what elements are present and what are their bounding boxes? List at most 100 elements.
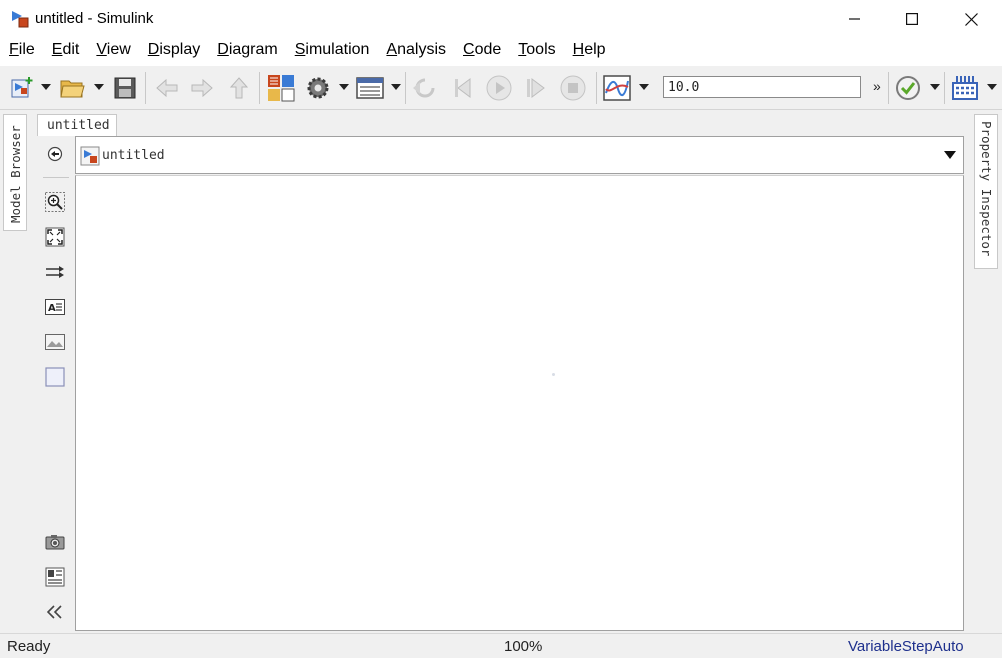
- snapshot-button[interactable]: [44, 531, 66, 553]
- hide-show-browser-button[interactable]: [44, 143, 66, 165]
- area-icon: [45, 367, 65, 387]
- play-icon: [486, 75, 512, 101]
- model-settings-dropdown[interactable]: [339, 84, 349, 90]
- toolbar-separator: [944, 72, 945, 104]
- save-button[interactable]: [111, 74, 139, 102]
- simulink-icon: [12, 11, 29, 28]
- area-button[interactable]: [44, 366, 66, 388]
- run-button[interactable]: [485, 74, 513, 102]
- close-button[interactable]: [948, 0, 994, 38]
- fit-to-view-button[interactable]: [44, 226, 66, 248]
- property-inspector-tab[interactable]: Property Inspector: [974, 114, 998, 269]
- breadcrumb-dropdown[interactable]: [944, 151, 956, 159]
- library-browser-icon: [268, 75, 295, 102]
- build-model-icon: [952, 76, 978, 100]
- menu-display[interactable]: Display: [139, 38, 208, 64]
- menu-analysis[interactable]: Analysis: [377, 38, 454, 64]
- menu-simulation[interactable]: Simulation: [286, 38, 378, 64]
- menu-help[interactable]: Help: [564, 38, 614, 64]
- gear-icon: [307, 77, 329, 99]
- open-button[interactable]: [59, 74, 87, 102]
- toolbar-separator: [888, 72, 889, 104]
- model-explorer-icon: [356, 77, 384, 99]
- annotation-icon: A: [45, 299, 65, 315]
- property-inspector-label: Property Inspector: [979, 121, 994, 257]
- new-model-dropdown[interactable]: [41, 84, 51, 90]
- build-model-dropdown[interactable]: [987, 84, 997, 90]
- forward-button[interactable]: [188, 74, 216, 102]
- double-chevron-left-icon: [47, 605, 62, 619]
- canvas-origin-marker: [552, 373, 555, 376]
- arrow-left-icon: [156, 78, 178, 98]
- data-inspector-dropdown[interactable]: [639, 84, 649, 90]
- maximize-button[interactable]: [889, 0, 935, 38]
- folder-icon: [60, 80, 85, 98]
- minimize-button[interactable]: [832, 0, 878, 38]
- maximize-icon: [906, 13, 918, 25]
- open-dropdown[interactable]: [94, 84, 104, 90]
- svg-text:A: A: [48, 303, 56, 314]
- stop-icon: [560, 75, 586, 101]
- annotation-button[interactable]: A: [44, 296, 66, 318]
- model-data-icon: [45, 567, 65, 587]
- close-icon: [964, 12, 978, 26]
- more-toolbar-button[interactable]: »: [873, 78, 881, 94]
- menu-edit[interactable]: Edit: [43, 38, 88, 64]
- model-explorer-dropdown[interactable]: [391, 84, 401, 90]
- step-back-settings-icon: [413, 78, 435, 98]
- model-canvas[interactable]: [75, 175, 964, 631]
- step-back-config-button[interactable]: [410, 74, 442, 102]
- zoom-button[interactable]: [44, 191, 66, 213]
- simulation-data-inspector-button[interactable]: [602, 74, 632, 102]
- toolbar-separator: [259, 72, 260, 104]
- step-back-button[interactable]: [450, 74, 478, 102]
- document-tab-untitled[interactable]: untitled: [37, 114, 117, 136]
- image-icon: [45, 334, 65, 350]
- camera-icon: [45, 535, 65, 550]
- menu-diagram[interactable]: Diagram: [208, 38, 285, 64]
- menu-view[interactable]: View: [87, 38, 138, 64]
- up-button[interactable]: [225, 74, 253, 102]
- step-forward-icon: [527, 78, 545, 98]
- menu-tools[interactable]: Tools: [509, 38, 563, 64]
- model-browser-label: Model Browser: [8, 125, 23, 223]
- route-lines-icon: [46, 266, 64, 278]
- check-circle-icon: [896, 76, 920, 100]
- build-model-button[interactable]: [950, 74, 980, 102]
- stop-time-input[interactable]: [663, 76, 861, 98]
- menu-code[interactable]: Code: [454, 38, 509, 64]
- menu-bar: File Edit View Display Diagram Simulatio…: [0, 38, 1002, 64]
- library-browser-button[interactable]: [266, 74, 296, 102]
- step-forward-button[interactable]: [522, 74, 550, 102]
- status-bar: Ready 100% VariableStepAuto: [0, 633, 1002, 658]
- tool-palette: A: [37, 136, 75, 631]
- model-data-editor-button[interactable]: [44, 566, 66, 588]
- model-browser-tab[interactable]: Model Browser: [3, 114, 27, 231]
- minimize-icon: [849, 18, 860, 20]
- image-button[interactable]: [44, 331, 66, 353]
- new-model-button[interactable]: [8, 74, 36, 102]
- window-title: untitled - Simulink: [35, 10, 154, 27]
- zoom-icon: [45, 192, 65, 212]
- step-back-icon: [455, 78, 471, 98]
- navigate-back-icon: [47, 146, 63, 162]
- model-explorer-button[interactable]: [355, 74, 385, 102]
- breadcrumb: untitled: [75, 136, 964, 174]
- toolbar-separator: [405, 72, 406, 104]
- menu-file[interactable]: File: [0, 38, 43, 64]
- model-advisor-button[interactable]: [894, 74, 922, 102]
- toolbar-separator: [596, 72, 597, 104]
- model-settings-button[interactable]: [303, 74, 333, 102]
- route-lines-button[interactable]: [44, 261, 66, 283]
- stop-button[interactable]: [559, 74, 587, 102]
- arrow-right-icon: [191, 78, 213, 98]
- collapse-palette-button[interactable]: [44, 601, 66, 623]
- arrow-up-icon: [229, 77, 249, 99]
- save-icon: [114, 77, 136, 99]
- breadcrumb-model-name[interactable]: untitled: [102, 148, 165, 163]
- model-advisor-dropdown[interactable]: [930, 84, 940, 90]
- model-icon: [80, 146, 100, 166]
- solver-link[interactable]: VariableStepAuto: [848, 638, 964, 655]
- fit-to-view-icon: [45, 227, 65, 247]
- back-button[interactable]: [153, 74, 181, 102]
